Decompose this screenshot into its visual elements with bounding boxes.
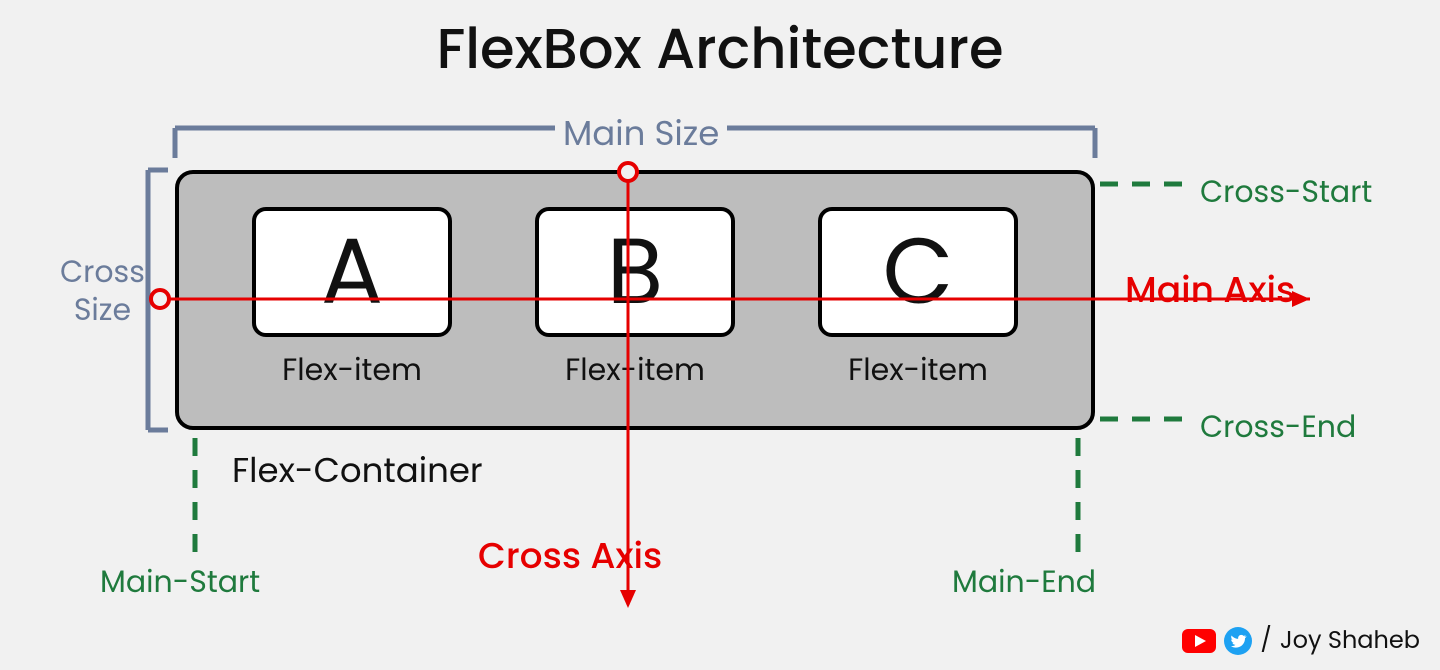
twitter-icon [1224,627,1252,655]
diagram-stage: FlexBox Architecture Main Size Cross Siz… [0,0,1440,670]
flex-container-label: Flex-Container [232,445,483,496]
main-end-label: Main-End [952,559,1096,605]
flex-item-b: B [535,207,735,337]
main-size-label: Main Size [555,108,727,159]
flex-item-col-c: C Flex-item [818,207,1018,393]
flex-item-col-a: A Flex-item [252,207,452,393]
cross-size-line2: Size [74,288,131,331]
credit-sep: / [1260,623,1271,658]
flex-item-c: C [818,207,1018,337]
cross-axis-label: Cross Axis [478,528,662,583]
flex-container: A Flex-item B Flex-item C Flex-item [175,170,1095,430]
flex-item-col-b: B Flex-item [535,207,735,393]
credit: / Joy Shaheb [1182,623,1420,658]
cross-end-label: Cross-End [1200,404,1356,450]
flex-item-label-c: Flex-item [848,347,988,393]
flex-item-a: A [252,207,452,337]
diagram-title: FlexBox Architecture [0,6,1440,91]
cross-size-label: Cross Size [60,253,145,328]
credit-name: Joy Shaheb [1280,623,1420,658]
cross-start-label: Cross-Start [1200,169,1372,215]
main-axis-label: Main Axis [1125,262,1295,317]
main-start-label: Main-Start [100,559,260,605]
flex-item-label-b: Flex-item [565,347,705,393]
youtube-icon [1182,629,1216,653]
flex-item-label-a: Flex-item [282,347,422,393]
